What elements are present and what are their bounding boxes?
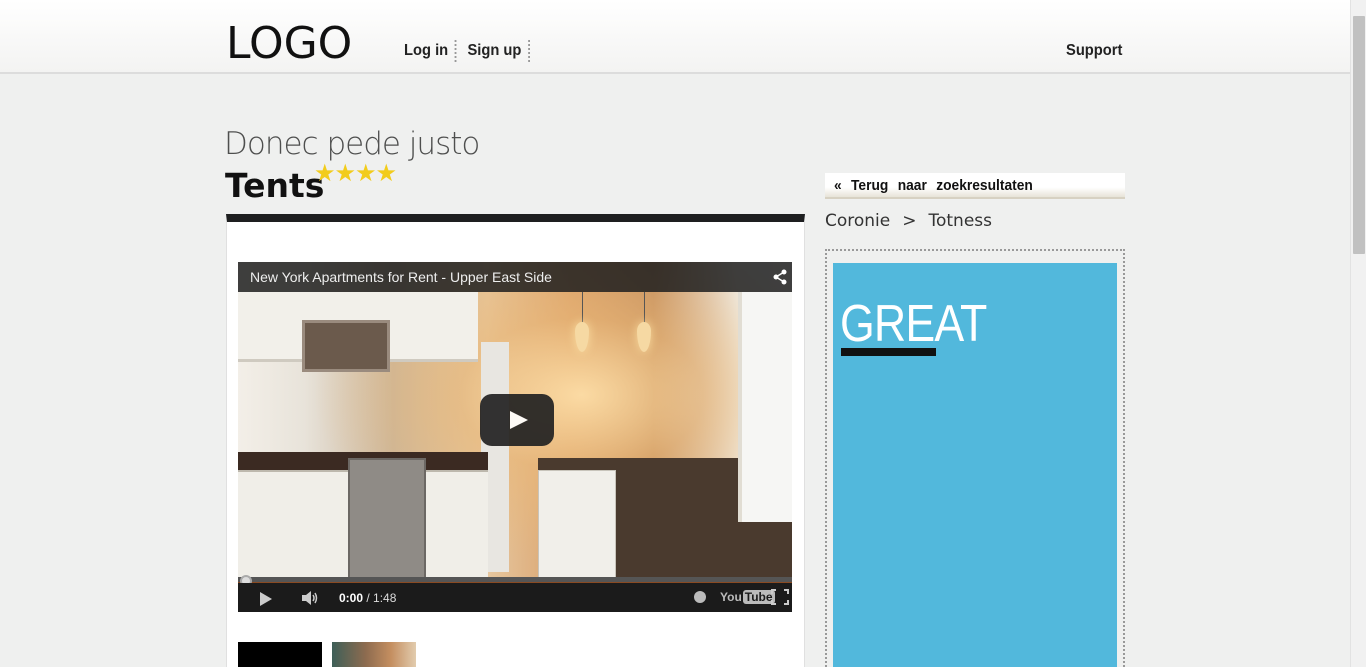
top-nav: Log in Sign up: [404, 38, 536, 64]
scene-pendant-lamp: [637, 322, 651, 352]
back-link-label: « Terug naar zoekresultaten: [834, 177, 1033, 194]
listing-subtitle: Donec pede justo: [224, 126, 480, 162]
listing-title: Tents: [225, 166, 325, 205]
site-logo[interactable]: LOGO: [226, 20, 352, 68]
video-title[interactable]: New York Apartments for Rent - Upper Eas…: [250, 268, 552, 286]
breadcrumb-item-coronie[interactable]: Coronie: [825, 210, 890, 232]
volume-icon[interactable]: [300, 590, 320, 606]
back-to-results-link[interactable]: « Terug naar zoekresultaten: [825, 173, 1125, 199]
scene-microwave: [302, 320, 390, 372]
duration: 1:48: [373, 591, 397, 605]
site-header: LOGO Log in Sign up Support: [0, 0, 1350, 74]
share-icon[interactable]: [772, 269, 788, 285]
youtube-logo-prefix: You: [720, 590, 742, 604]
ad-headline: GREAT: [840, 295, 987, 353]
video-controls: 0:00 / 1:48 You Tube: [238, 583, 792, 612]
youtube-logo[interactable]: You Tube: [720, 589, 775, 605]
fullscreen-icon[interactable]: [771, 589, 789, 605]
breadcrumb: Coronie > Totness: [825, 210, 992, 232]
current-time: 0:00: [339, 591, 364, 605]
gallery-thumbnail[interactable]: [332, 642, 416, 667]
play-button[interactable]: [480, 394, 554, 446]
video-progress-bar[interactable]: [238, 577, 792, 582]
signup-link[interactable]: Sign up: [461, 40, 530, 62]
login-link[interactable]: Log in: [404, 40, 457, 62]
support-link[interactable]: Support: [1066, 40, 1122, 62]
scene-pendant-lamp: [575, 322, 589, 352]
play-icon[interactable]: [260, 592, 272, 606]
scene-lamp-cord: [582, 292, 583, 324]
rating-stars: ★★★★: [314, 160, 397, 187]
video-title-bar: New York Apartments for Rent - Upper Eas…: [238, 262, 792, 292]
watch-later-icon[interactable]: [694, 591, 706, 603]
scene-island-drawers: [538, 470, 616, 585]
breadcrumb-separator: >: [902, 211, 917, 231]
scrollbar-thumb[interactable]: [1353, 16, 1365, 254]
scene-stove: [348, 458, 426, 588]
page-scrollbar[interactable]: [1350, 0, 1366, 667]
scene-window: [738, 292, 792, 522]
youtube-logo-suffix: Tube: [742, 590, 775, 604]
ad-underline: [841, 348, 936, 356]
video-player[interactable]: New York Apartments for Rent - Upper Eas…: [238, 262, 792, 612]
scene-lamp-cord: [644, 292, 645, 324]
gallery-thumbnail[interactable]: [238, 642, 322, 667]
video-time: 0:00 / 1:48: [339, 591, 397, 605]
breadcrumb-item-totness[interactable]: Totness: [929, 210, 993, 232]
